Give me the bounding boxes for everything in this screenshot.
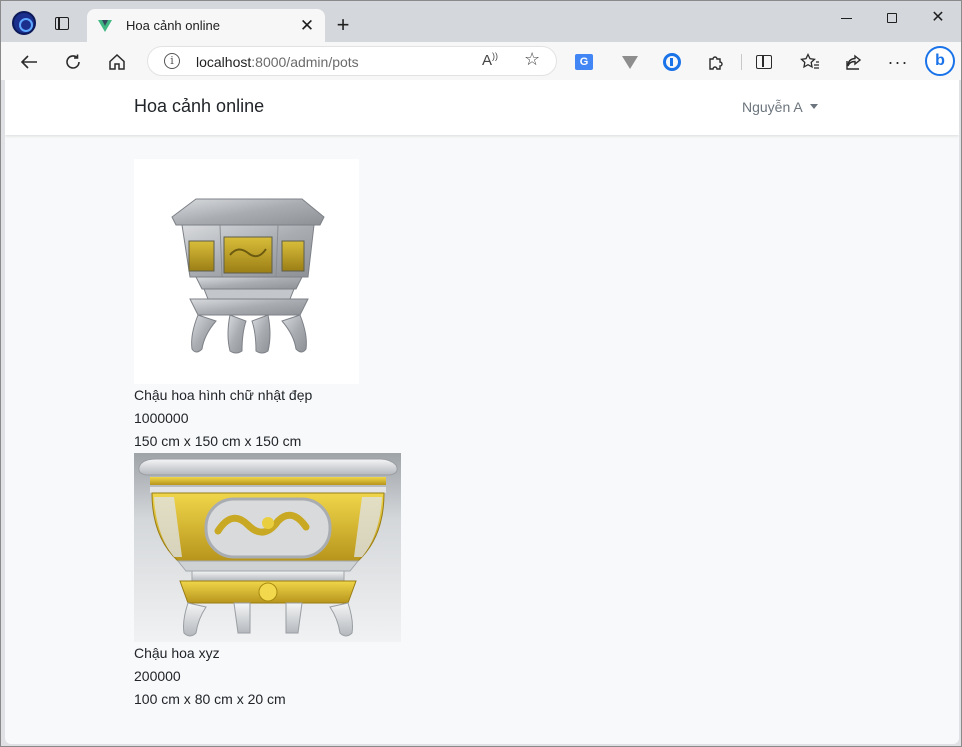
- browser-toolbar: i localhost:8000/admin/pots A)) ☆ G ··· …: [1, 42, 961, 80]
- share-icon[interactable]: [843, 51, 865, 73]
- reload-icon[interactable]: [59, 48, 87, 76]
- read-aloud-icon[interactable]: A)): [482, 51, 498, 69]
- translate-icon[interactable]: G: [573, 51, 595, 73]
- brand-link[interactable]: Hoa cảnh online: [134, 96, 264, 117]
- pot-size: 100 cm x 80 cm x 20 cm: [134, 691, 286, 707]
- split-screen-icon[interactable]: [753, 51, 775, 73]
- profile-icon[interactable]: [11, 10, 37, 36]
- browser-tab-active[interactable]: Hoa cảnh online ✕: [87, 9, 325, 42]
- address-bar[interactable]: i localhost:8000/admin/pots A)) ☆: [147, 46, 557, 76]
- vue-devtools-icon[interactable]: [619, 51, 641, 73]
- star-icon[interactable]: ☆: [524, 49, 540, 70]
- plus-icon[interactable]: +: [331, 12, 355, 37]
- caret-down-icon: [809, 104, 818, 109]
- tab-title: Hoa cảnh online: [126, 18, 220, 33]
- info-icon[interactable]: i: [164, 53, 180, 69]
- toolbar-divider: [741, 54, 742, 70]
- site-navbar: Hoa cảnh online Nguyễn A: [5, 80, 959, 135]
- more-icon[interactable]: ···: [887, 51, 909, 73]
- puzzle-icon[interactable]: [705, 51, 727, 73]
- url-text[interactable]: localhost:8000/admin/pots: [196, 54, 359, 70]
- home-icon[interactable]: [103, 48, 131, 76]
- maximize-button[interactable]: [869, 5, 915, 31]
- browser-window: Hoa cảnh online ✕ + ✕ i localhost:8000/a…: [0, 0, 962, 747]
- pot-price: 1000000: [134, 410, 189, 426]
- pot-size: 150 cm x 150 cm x 150 cm: [134, 433, 302, 449]
- pot-item: Chậu hoa hình chữ nhật đẹp 1000000 150 c…: [134, 159, 359, 453]
- pot-name: Chậu hoa hình chữ nhật đẹp: [134, 387, 313, 403]
- bing-icon[interactable]: b: [925, 46, 955, 76]
- favorites-icon[interactable]: [799, 51, 821, 73]
- arrow-left-icon[interactable]: [15, 48, 43, 76]
- close-window-button[interactable]: ✕: [915, 5, 961, 31]
- pot-image: [134, 159, 359, 384]
- page-viewport: Hoa cảnh online Nguyễn A Chậu hoa hình c…: [5, 80, 959, 744]
- close-icon[interactable]: ✕: [295, 14, 319, 38]
- pot-item: Chậu hoa xyz 200000 100 cm x 80 cm x 20 …: [134, 453, 401, 711]
- pot-price: 200000: [134, 668, 181, 684]
- tab-actions-icon[interactable]: [49, 10, 75, 36]
- password-manager-icon[interactable]: [661, 51, 683, 73]
- pot-image: [134, 453, 401, 642]
- minimize-button[interactable]: [823, 5, 869, 31]
- user-name: Nguyễn A: [742, 99, 803, 115]
- tab-strip: Hoa cảnh online ✕ + ✕: [1, 1, 961, 42]
- pot-name: Chậu hoa xyz: [134, 645, 220, 661]
- user-dropdown[interactable]: Nguyễn A: [742, 99, 818, 115]
- vue-favicon-icon: [98, 19, 112, 32]
